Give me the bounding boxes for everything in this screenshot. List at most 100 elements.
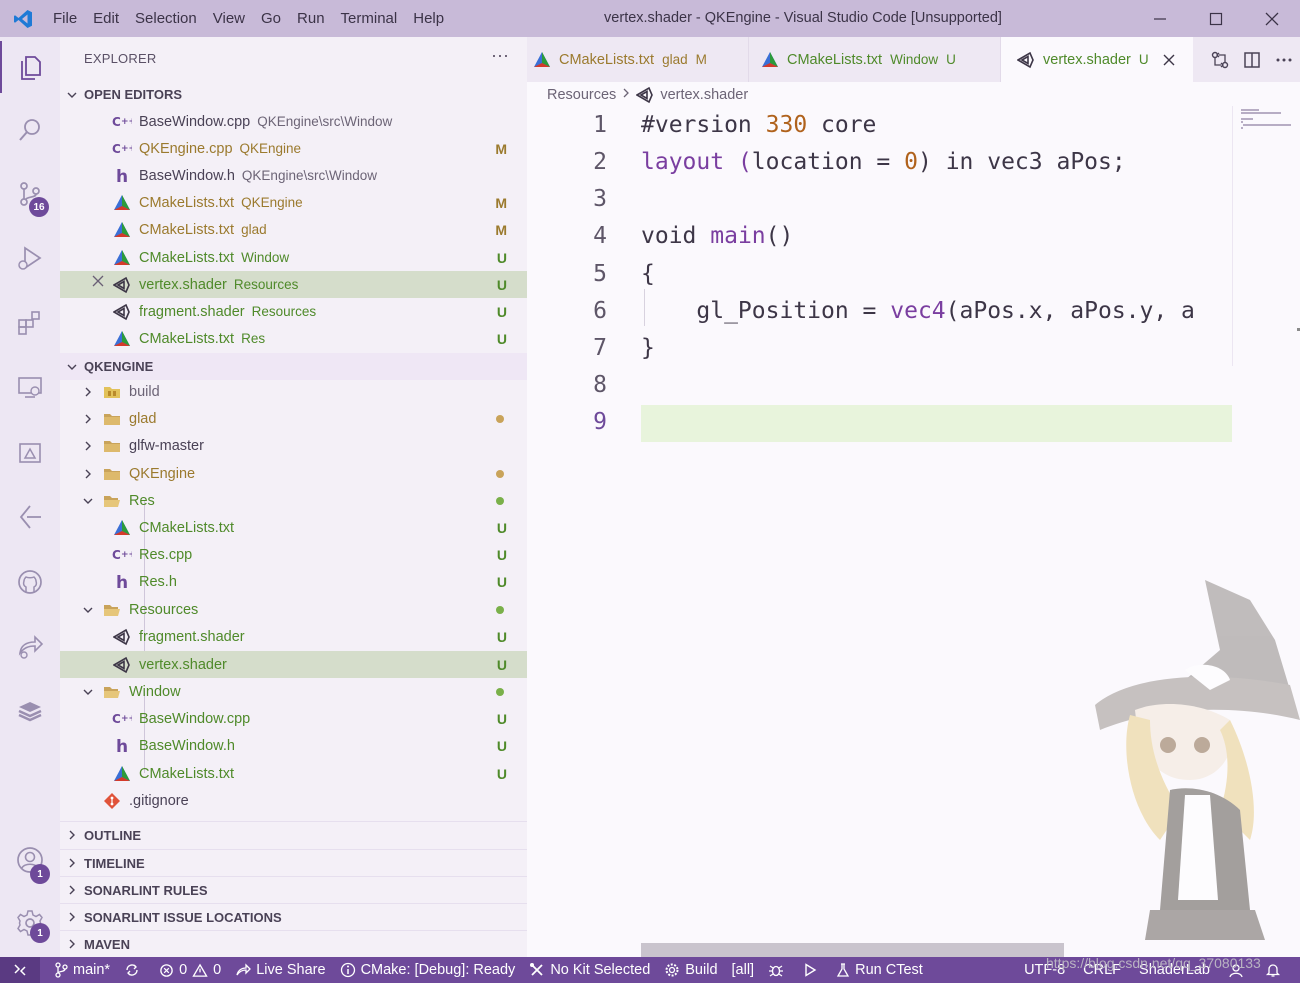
cpp-icon: C++ — [112, 545, 132, 565]
chevron-right-icon — [60, 829, 84, 841]
split-editor-icon[interactable] — [1236, 51, 1268, 69]
more-actions-icon[interactable] — [1268, 57, 1300, 63]
build-button[interactable]: Build — [664, 962, 718, 978]
menu-run[interactable]: Run — [297, 10, 325, 27]
breadcrumb-folder[interactable]: Resources — [547, 87, 616, 103]
file-item[interactable]: CMakeLists.txt U — [60, 514, 527, 541]
menu-file[interactable]: File — [53, 10, 77, 27]
git-branch-status[interactable]: main* — [54, 962, 110, 978]
chevron-right-icon — [80, 386, 96, 398]
settings-gear-icon[interactable]: 1 — [0, 897, 60, 949]
notifications-bell-icon[interactable] — [1265, 962, 1286, 978]
horizontal-scrollbar[interactable] — [641, 943, 1064, 957]
database-icon[interactable] — [0, 685, 60, 737]
file-item[interactable]: C++ Res.cpp U — [60, 541, 527, 568]
search-icon[interactable] — [0, 104, 60, 156]
remote-indicator-icon[interactable] — [0, 957, 40, 983]
file-item[interactable]: CMakeLists.txt U — [60, 760, 527, 787]
section-header-maven[interactable]: MAVEN — [60, 930, 527, 957]
section-header-sonarlint-rules[interactable]: SONARLINT RULES — [60, 876, 527, 903]
file-name-text: CMakeLists.txt — [139, 331, 235, 348]
run-play-icon[interactable] — [803, 963, 822, 977]
file-item[interactable]: C++ BaseWindow.cpp U — [60, 705, 527, 732]
breadcrumb: Resources vertex.shader — [547, 84, 748, 106]
folder-item[interactable]: build — [60, 378, 527, 405]
open-editors-header[interactable]: OPEN EDITORS — [60, 81, 527, 108]
menu-selection[interactable]: Selection — [135, 10, 197, 27]
explorer-icon[interactable] — [0, 41, 60, 93]
open-editor-item[interactable]: fragment.shader Resources U — [60, 298, 527, 325]
source-control-icon[interactable]: 16 — [0, 168, 60, 220]
file-item[interactable]: h BaseWindow.h U — [60, 732, 527, 759]
folder-item[interactable]: Resources — [60, 596, 527, 623]
open-editor-item[interactable]: CMakeLists.txt Res U — [60, 326, 527, 353]
tab-folder-desc: Window — [890, 52, 939, 67]
open-editor-item[interactable]: CMakeLists.txt Window U — [60, 244, 527, 271]
remote-explorer-icon[interactable] — [0, 361, 60, 413]
menu-help[interactable]: Help — [413, 10, 444, 27]
build-target-selector[interactable]: [all] — [732, 962, 755, 978]
tree-item-label: CMakeLists.txt — [139, 765, 235, 782]
folder-item[interactable]: Window — [60, 678, 527, 705]
file-item[interactable]: vertex.shader U — [60, 651, 527, 678]
line-number: 8 — [593, 372, 607, 398]
tab-vertex-shader[interactable]: vertex.shader U — [1001, 37, 1193, 82]
file-item[interactable]: .gitignore — [60, 787, 527, 814]
live-share-label: Live Share — [256, 962, 326, 978]
git-status-badge: U — [496, 546, 507, 563]
run-ctest-button[interactable]: Run CTest — [836, 962, 923, 978]
cmake-icon — [761, 51, 779, 69]
scm-badge: 16 — [29, 197, 49, 217]
close-tab-icon[interactable] — [1163, 54, 1175, 66]
folder-item[interactable]: Res — [60, 487, 527, 514]
menu-terminal[interactable]: Terminal — [341, 10, 398, 27]
menu-edit[interactable]: Edit — [93, 10, 119, 27]
open-editor-item[interactable]: C++ QKEngine.cpp QKEngine M — [60, 135, 527, 162]
open-editor-item[interactable]: CMakeLists.txt QKEngine M — [60, 190, 527, 217]
file-item[interactable]: fragment.shader U — [60, 623, 527, 650]
tab-cmakelists-window[interactable]: CMakeLists.txt Window U — [749, 37, 1001, 82]
menu-go[interactable]: Go — [261, 10, 281, 27]
live-share-status[interactable]: Live Share — [235, 962, 326, 978]
folder-item[interactable]: QKEngine — [60, 460, 527, 487]
debug-bug-icon[interactable] — [768, 962, 789, 978]
share-icon[interactable] — [0, 620, 60, 672]
cmake-icon[interactable] — [0, 427, 60, 479]
maximize-button[interactable] — [1188, 0, 1244, 37]
live-share-icon[interactable] — [0, 491, 60, 543]
breadcrumb-file[interactable]: vertex.shader — [660, 87, 748, 103]
section-header-timeline[interactable]: TIMELINE — [60, 849, 527, 876]
menu-view[interactable]: View — [213, 10, 245, 27]
close-editor-icon[interactable] — [92, 274, 104, 291]
open-editor-item[interactable]: C++ BaseWindow.cpp QKEngine\src\Window — [60, 108, 527, 135]
close-window-button[interactable] — [1244, 0, 1300, 37]
settings-badge: 1 — [30, 923, 50, 943]
code-line: gl_Position = vec4(aPos.x, aPos.y, a — [641, 298, 1195, 324]
accounts-icon[interactable]: 1 — [0, 834, 60, 886]
tab-cmakelists-glad[interactable]: CMakeLists.txt glad M — [527, 37, 749, 82]
folder-item[interactable]: glad — [60, 405, 527, 432]
file-name-text: CMakeLists.txt — [139, 249, 235, 266]
qkengine-header[interactable]: QKENGINE — [60, 353, 527, 380]
minimize-button[interactable] — [1132, 0, 1188, 37]
folder-open-icon — [102, 491, 122, 511]
sync-icon[interactable] — [124, 962, 145, 978]
kit-selector[interactable]: No Kit Selected — [529, 962, 650, 978]
open-editor-item[interactable]: CMakeLists.txt glad M — [60, 217, 527, 244]
run-debug-icon[interactable] — [0, 232, 60, 284]
section-header-sonarlint-issue-locations[interactable]: SONARLINT ISSUE LOCATIONS — [60, 903, 527, 930]
folder-item[interactable]: glfw-master — [60, 432, 527, 459]
github-icon[interactable] — [0, 556, 60, 608]
problems-status[interactable]: 0 0 — [159, 962, 221, 978]
cmake-status[interactable]: CMake: [Debug]: Ready — [340, 962, 515, 978]
section-header-outline[interactable]: OUTLINE — [60, 821, 527, 848]
minimap[interactable] — [1232, 106, 1300, 366]
unity-icon — [112, 655, 132, 675]
open-changes-icon[interactable] — [1204, 50, 1236, 70]
open-editor-item[interactable]: vertex.shader Resources U — [60, 271, 527, 299]
explorer-more-actions-icon[interactable]: ··· — [491, 45, 509, 66]
tree-item-label: .gitignore — [129, 792, 189, 809]
extensions-icon[interactable] — [0, 296, 60, 348]
file-item[interactable]: h Res.h U — [60, 568, 527, 595]
open-editor-item[interactable]: h BaseWindow.h QKEngine\src\Window — [60, 162, 527, 189]
